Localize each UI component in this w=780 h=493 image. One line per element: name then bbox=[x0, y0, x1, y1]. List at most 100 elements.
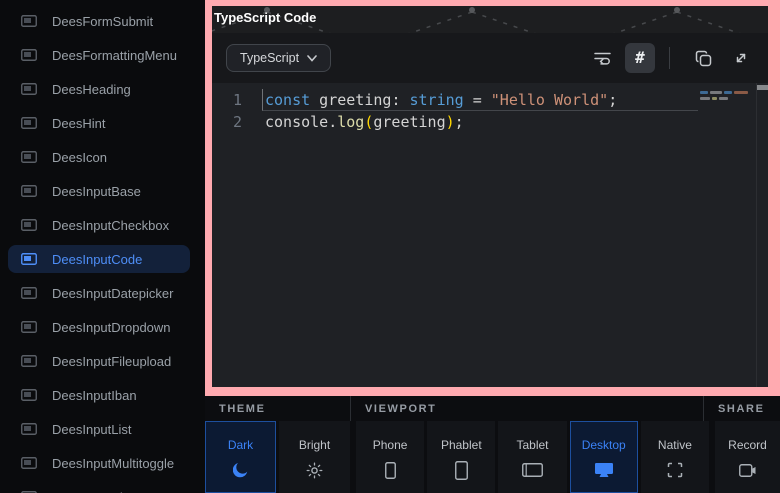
scrollbar bbox=[756, 83, 768, 387]
moon-icon bbox=[233, 461, 248, 479]
language-dropdown-label: TypeScript bbox=[240, 51, 299, 65]
sidebar-item-label: DeesInputCode bbox=[52, 252, 142, 267]
viewport-native-button[interactable]: Native bbox=[641, 421, 709, 493]
button-label: Phablet bbox=[441, 438, 482, 452]
bottom-bar: THEMEVIEWPORTSHARE Dark Bright Phone Pha… bbox=[205, 396, 780, 493]
sidebar-item-label: DeesInputFileupload bbox=[52, 354, 171, 369]
viewport-tablet-button[interactable]: Tablet bbox=[498, 421, 566, 493]
tablet-icon bbox=[522, 461, 543, 479]
sidebar-item-label: DeesInputDatepicker bbox=[52, 286, 173, 301]
sidebar-item-deesinputcheckbox[interactable]: DeesInputCheckbox bbox=[8, 211, 190, 239]
component-icon bbox=[21, 185, 37, 197]
chevron-down-icon bbox=[307, 55, 317, 62]
sidebar-item-label: DeesHint bbox=[52, 116, 105, 131]
sidebar: DeesFormSubmit DeesFormattingMenu DeesHe… bbox=[0, 0, 205, 493]
code-rows: 1const greeting: string = "Hello World";… bbox=[212, 89, 768, 133]
theme-dark-button[interactable]: Dark bbox=[205, 421, 276, 493]
component-icon bbox=[21, 117, 37, 129]
sidebar-item-deesinputdatepicker[interactable]: DeesInputDatepicker bbox=[8, 279, 190, 307]
expand-button[interactable] bbox=[726, 43, 756, 73]
expand-icon bbox=[733, 50, 749, 66]
code-line-1[interactable]: 1const greeting: string = "Hello World"; bbox=[212, 89, 768, 111]
sidebar-item-deesinputlist[interactable]: DeesInputList bbox=[8, 415, 190, 443]
line-numbers-button[interactable]: # bbox=[625, 43, 655, 73]
language-dropdown[interactable]: TypeScript bbox=[226, 44, 331, 72]
story-frame: TypeScript Code TypeScript bbox=[205, 0, 780, 396]
sidebar-item-label: DeesIcon bbox=[52, 150, 107, 165]
toolbar-divider bbox=[669, 47, 670, 69]
sidebar-item-deesheading[interactable]: DeesHeading bbox=[8, 75, 190, 103]
code-line-2[interactable]: 2console.log(greeting); bbox=[212, 111, 768, 133]
sidebar-item-deesinputmultitoggle[interactable]: DeesInputMultitoggle bbox=[8, 449, 190, 477]
editor-toolbar: TypeScript bbox=[212, 33, 768, 83]
sidebar-item-deesinputiban[interactable]: DeesInputIban bbox=[8, 381, 190, 409]
button-label: Native bbox=[658, 438, 692, 452]
scrollbar-thumb[interactable] bbox=[757, 85, 768, 90]
share-record-button[interactable]: Record bbox=[715, 421, 780, 493]
main-panel: TypeScript Code TypeScript bbox=[205, 0, 780, 493]
minimap[interactable] bbox=[700, 91, 752, 100]
sidebar-item-deesinputdropdown[interactable]: DeesInputDropdown bbox=[8, 313, 190, 341]
minimap-line-1 bbox=[700, 91, 752, 94]
code-text: console.log(greeting); bbox=[262, 111, 698, 133]
sidebar-item-deesinputfileupload[interactable]: DeesInputFileupload bbox=[8, 347, 190, 375]
app-root: DeesFormSubmit DeesFormattingMenu DeesHe… bbox=[0, 0, 780, 493]
sidebar-item-label: DeesInputBase bbox=[52, 184, 141, 199]
sidebar-item-deesinputphone[interactable]: DeesInputPhone bbox=[8, 483, 190, 493]
component-icon bbox=[21, 287, 37, 299]
theme-bright-button[interactable]: Bright bbox=[279, 421, 350, 493]
copy-icon bbox=[695, 50, 712, 67]
button-label: Record bbox=[728, 438, 767, 452]
story-title-band: TypeScript Code bbox=[212, 6, 768, 33]
bottom-bar-buttons: Dark Bright Phone Phablet Tablet Desktop… bbox=[205, 421, 780, 493]
viewport-desktop-button[interactable]: Desktop bbox=[570, 421, 638, 493]
section-viewport: Phone Phablet Tablet Desktop Native bbox=[356, 421, 709, 493]
story-inner: TypeScript Code TypeScript bbox=[212, 6, 768, 387]
component-icon bbox=[21, 83, 37, 95]
section-label-theme: THEME bbox=[205, 396, 350, 421]
sidebar-item-label: DeesInputDropdown bbox=[52, 320, 171, 335]
viewport-phone-button[interactable]: Phone bbox=[356, 421, 424, 493]
component-icon bbox=[21, 423, 37, 435]
sidebar-item-deesformsubmit[interactable]: DeesFormSubmit bbox=[8, 7, 190, 35]
line-number: 2 bbox=[212, 111, 262, 133]
sidebar-item-label: DeesInputMultitoggle bbox=[52, 456, 174, 471]
sidebar-item-label: DeesInputIban bbox=[52, 388, 137, 403]
copy-button[interactable] bbox=[688, 43, 718, 73]
button-label: Tablet bbox=[516, 438, 548, 452]
section-label-viewport: VIEWPORT bbox=[350, 396, 703, 421]
sidebar-item-deesinputcode[interactable]: DeesInputCode bbox=[8, 245, 190, 273]
sidebar-item-deesinputbase[interactable]: DeesInputBase bbox=[8, 177, 190, 205]
sidebar-item-label: DeesFormSubmit bbox=[52, 14, 153, 29]
button-label: Bright bbox=[299, 438, 330, 452]
phablet-icon bbox=[455, 461, 468, 479]
code-area[interactable]: 1const greeting: string = "Hello World";… bbox=[212, 83, 768, 387]
sidebar-item-deesicon[interactable]: DeesIcon bbox=[8, 143, 190, 171]
wrap-text-button[interactable] bbox=[587, 43, 617, 73]
component-icon bbox=[21, 389, 37, 401]
sidebar-item-label: DeesInputCheckbox bbox=[52, 218, 169, 233]
component-icon bbox=[21, 49, 37, 61]
native-icon bbox=[667, 461, 683, 479]
component-icon bbox=[21, 219, 37, 231]
viewport-phablet-button[interactable]: Phablet bbox=[427, 421, 495, 493]
wrap-text-icon bbox=[593, 50, 612, 66]
button-label: Phone bbox=[373, 438, 408, 452]
section-theme: Dark Bright bbox=[205, 421, 350, 493]
component-icon bbox=[21, 15, 37, 27]
sidebar-item-deeshint[interactable]: DeesHint bbox=[8, 109, 190, 137]
toolbar-icons: # bbox=[579, 43, 756, 73]
code-text: const greeting: string = "Hello World"; bbox=[262, 89, 698, 111]
minimap-line-2 bbox=[700, 97, 752, 100]
component-icon bbox=[21, 321, 37, 333]
sidebar-item-deesformattingmenu[interactable]: DeesFormattingMenu bbox=[8, 41, 190, 69]
button-label: Dark bbox=[228, 438, 253, 452]
code-editor: TypeScript bbox=[212, 33, 768, 387]
line-number: 1 bbox=[212, 89, 262, 111]
section-share: Record bbox=[715, 421, 780, 493]
story-title: TypeScript Code bbox=[214, 10, 316, 25]
sidebar-item-label: DeesFormattingMenu bbox=[52, 48, 177, 63]
component-icon bbox=[21, 151, 37, 163]
sidebar-item-label: DeesInputList bbox=[52, 422, 132, 437]
button-label: Desktop bbox=[582, 438, 626, 452]
